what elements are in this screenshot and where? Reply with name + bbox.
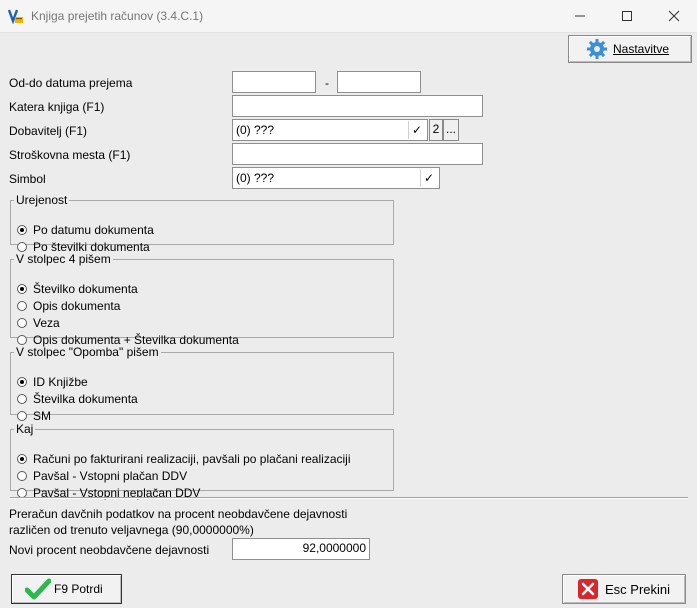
confirm-button[interactable]: F9 Potrdi — [11, 574, 122, 604]
note-column-option-label: ID Knjižbe — [33, 375, 88, 389]
note-column-option-label: SM — [33, 409, 51, 423]
title-bar: Knjiga prejetih računov (3.4.C.1) — [0, 0, 697, 33]
note-column-group: V stolpec "Opomba" pišem ID Knjižbe Štev… — [10, 345, 394, 423]
cancel-x-icon — [578, 579, 598, 599]
main-panel: Nastavitve Od-do datuma prejema - Katera… — [0, 33, 697, 608]
settings-label: Nastavitve — [613, 42, 670, 56]
ordering-option-label: Po datumu dokumenta — [33, 223, 154, 237]
radio-icon — [17, 301, 27, 311]
note-column-legend: V stolpec "Opomba" pišem — [16, 345, 159, 359]
radio-icon — [17, 394, 27, 404]
supplier-check-icon[interactable]: ✓ — [408, 121, 425, 139]
ordering-group: Urejenost Po datumu dokumenta Po številk… — [10, 193, 394, 254]
close-button[interactable] — [651, 0, 697, 32]
radio-icon — [17, 225, 27, 235]
column4-option[interactable]: Opis dokumenta — [17, 299, 120, 313]
cancel-label: Esc Prekini — [605, 581, 671, 597]
what-group: Kaj Računi po fakturirani realizaciji, p… — [10, 422, 394, 500]
radio-icon — [17, 454, 27, 464]
date-separator: - — [325, 76, 329, 90]
radio-icon — [17, 284, 27, 294]
settings-button[interactable]: Nastavitve — [568, 35, 692, 63]
window-title: Knjiga prejetih računov (3.4.C.1) — [31, 9, 204, 23]
book-input[interactable] — [232, 95, 483, 117]
note-column-option[interactable]: ID Knjižbe — [17, 375, 88, 389]
close-icon — [668, 10, 680, 22]
radio-icon — [17, 335, 27, 345]
date-range-label: Od-do datuma prejema — [9, 76, 133, 90]
new-percent-input[interactable]: 92,0000000 — [232, 538, 370, 560]
ordering-option[interactable]: Po datumu dokumenta — [17, 223, 154, 237]
symbol-select[interactable]: (0) ??? ✓ — [232, 167, 440, 189]
symbol-check-icon[interactable]: ✓ — [420, 169, 437, 187]
cancel-button[interactable]: Esc Prekini — [562, 574, 686, 604]
supplier-count-button[interactable]: 2 — [429, 119, 443, 141]
supplier-value: (0) ??? — [236, 123, 275, 137]
app-icon — [7, 8, 24, 25]
maximize-button[interactable] — [604, 0, 650, 32]
separator — [10, 497, 688, 499]
column4-option-label: Številko dokumenta — [33, 282, 138, 296]
column4-option[interactable]: Veza — [17, 316, 60, 330]
recalc-text-line1: Preračun davčnih podatkov na procent neo… — [9, 507, 348, 521]
date-from-input[interactable] — [232, 71, 316, 93]
column4-option[interactable]: Številko dokumenta — [17, 282, 138, 296]
radio-icon — [17, 411, 27, 421]
ordering-legend: Urejenost — [16, 193, 68, 207]
confirm-label: F9 Potrdi — [54, 582, 103, 596]
note-column-option[interactable]: SM — [17, 409, 51, 423]
minimize-icon — [575, 15, 585, 17]
what-option-label: Računi po fakturirani realizaciji, pavša… — [33, 452, 351, 466]
supplier-more-button[interactable]: ... — [443, 119, 459, 141]
column4-legend: V stolpec 4 pišem — [16, 252, 111, 266]
radio-icon — [17, 242, 27, 252]
symbol-value: (0) ??? — [236, 171, 275, 185]
radio-icon — [17, 318, 27, 328]
what-option[interactable]: Pavšal - Vstopni plačan DDV — [17, 469, 187, 483]
column4-group: V stolpec 4 pišem Številko dokumenta Opi… — [10, 252, 394, 347]
recalc-text-line2: različen od trenuto veljavnega (90,00000… — [9, 523, 254, 537]
radio-icon — [17, 471, 27, 481]
note-column-option[interactable]: Številka dokumenta — [17, 392, 138, 406]
new-percent-label: Novi procent neobdavčene dejavnosti — [9, 543, 210, 557]
what-legend: Kaj — [16, 422, 34, 436]
cost-centers-label: Stroškovna mesta (F1) — [9, 148, 131, 162]
what-option[interactable]: Računi po fakturirani realizaciji, pavša… — [17, 452, 350, 466]
gear-icon — [587, 39, 607, 59]
radio-icon — [17, 377, 27, 387]
supplier-select[interactable]: (0) ??? ✓ — [232, 119, 428, 141]
supplier-label: Dobavitelj (F1) — [9, 124, 88, 138]
checkmark-icon — [25, 578, 51, 600]
minimize-button[interactable] — [557, 0, 603, 32]
book-label: Katera knjiga (F1) — [9, 100, 105, 114]
maximize-icon — [622, 11, 632, 21]
what-option-label: Pavšal - Vstopni plačan DDV — [33, 469, 188, 483]
note-column-option-label: Številka dokumenta — [33, 392, 138, 406]
column4-option-label: Opis dokumenta — [33, 299, 121, 313]
column4-option-label: Veza — [33, 316, 60, 330]
cost-centers-input[interactable] — [232, 143, 483, 165]
symbol-label: Simbol — [9, 172, 46, 186]
date-to-input[interactable] — [337, 71, 421, 93]
